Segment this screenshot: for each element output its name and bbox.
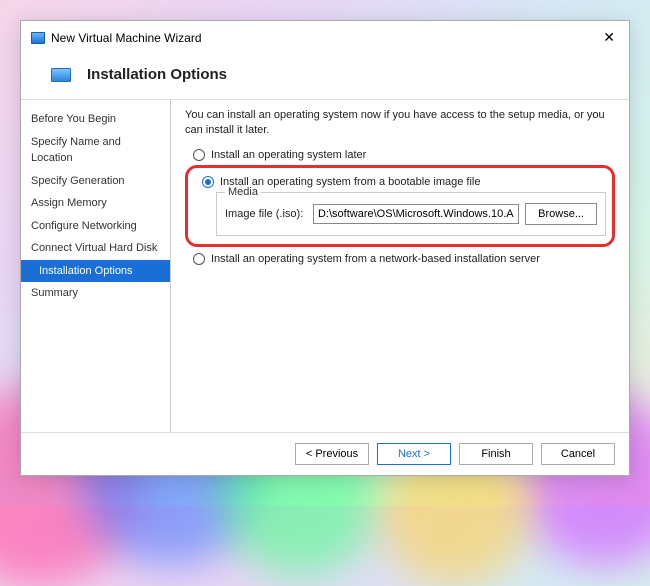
finish-button[interactable]: Finish xyxy=(459,443,533,465)
sidebar-item-assign-memory[interactable]: Assign Memory xyxy=(21,192,170,215)
footer: < Previous Next > Finish Cancel xyxy=(21,432,629,475)
radio-label: Install an operating system from a netwo… xyxy=(211,253,540,265)
content: You can install an operating system now … xyxy=(171,100,629,432)
radio-install-later[interactable]: Install an operating system later xyxy=(193,149,615,161)
sidebar-item-summary[interactable]: Summary xyxy=(21,282,170,305)
sidebar-item-specify-generation[interactable]: Specify Generation xyxy=(21,170,170,193)
sidebar-item-installation-options[interactable]: Installation Options xyxy=(21,260,170,283)
wizard-window: New Virtual Machine Wizard ✕ Installatio… xyxy=(20,20,630,476)
radio-install-bootable[interactable]: Install an operating system from a boota… xyxy=(202,176,606,188)
body: Before You Begin Specify Name and Locati… xyxy=(21,99,629,432)
next-button[interactable]: Next > xyxy=(377,443,451,465)
radio-install-network[interactable]: Install an operating system from a netwo… xyxy=(193,253,615,265)
close-icon[interactable]: ✕ xyxy=(599,29,619,46)
sidebar-item-before-you-begin[interactable]: Before You Begin xyxy=(21,108,170,131)
radio-dot-icon xyxy=(205,179,211,185)
description-text: You can install an operating system now … xyxy=(185,108,615,139)
browse-button[interactable]: Browse... xyxy=(525,203,597,225)
sidebar-item-connect-virtual-hard-disk[interactable]: Connect Virtual Hard Disk xyxy=(21,237,170,260)
app-icon xyxy=(31,32,45,44)
sidebar: Before You Begin Specify Name and Locati… xyxy=(21,100,171,432)
iso-path-input[interactable] xyxy=(313,204,519,224)
radio-icon xyxy=(193,149,205,161)
previous-button[interactable]: < Previous xyxy=(295,443,369,465)
sidebar-item-configure-networking[interactable]: Configure Networking xyxy=(21,215,170,238)
radio-label: Install an operating system later xyxy=(211,149,366,161)
iso-label: Image file (.iso): xyxy=(225,208,307,220)
media-row: Image file (.iso): Browse... xyxy=(225,203,597,225)
radio-icon xyxy=(193,253,205,265)
radio-icon xyxy=(202,176,214,188)
header: Installation Options xyxy=(21,52,629,99)
media-legend: Media xyxy=(225,186,261,198)
cancel-button[interactable]: Cancel xyxy=(541,443,615,465)
window-title: New Virtual Machine Wizard xyxy=(51,31,202,45)
page-title: Installation Options xyxy=(87,66,227,83)
media-fieldset: Media Image file (.iso): Browse... xyxy=(216,192,606,236)
titlebar-left: New Virtual Machine Wizard xyxy=(31,31,202,45)
sidebar-item-specify-name-location[interactable]: Specify Name and Location xyxy=(21,131,170,170)
highlight-annotation: Install an operating system from a boota… xyxy=(185,165,615,247)
header-icon xyxy=(51,68,71,82)
titlebar: New Virtual Machine Wizard ✕ xyxy=(21,21,629,52)
